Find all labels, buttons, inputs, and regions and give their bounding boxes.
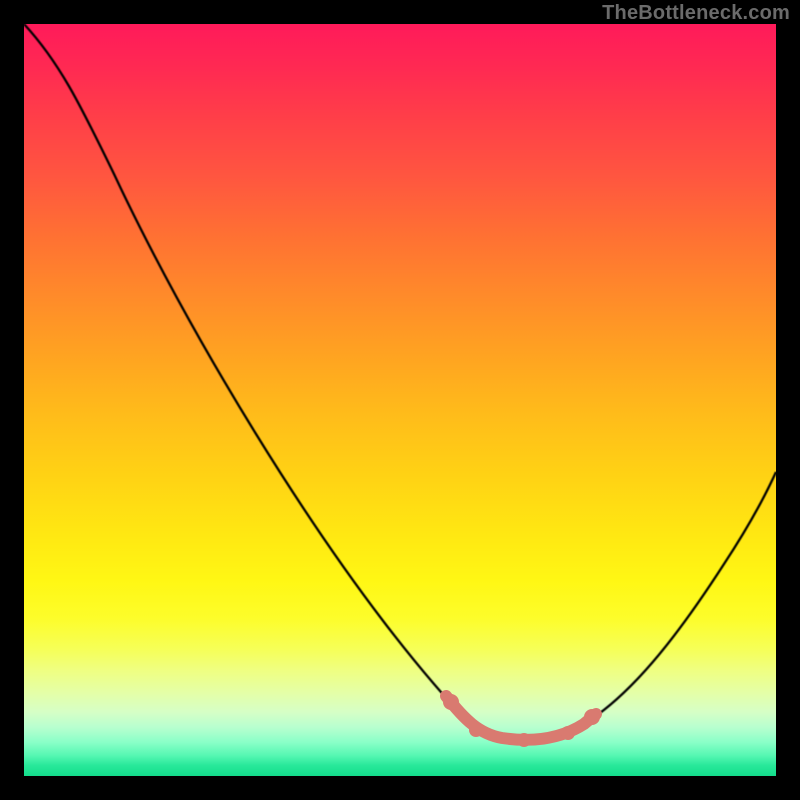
curve-svg <box>24 24 776 776</box>
plot-area <box>24 24 776 776</box>
main-curve <box>24 24 776 740</box>
highlight-dot-left <box>443 694 459 710</box>
highlight-dot-center <box>517 733 531 747</box>
highlight-dot-mid2 <box>561 726 575 740</box>
watermark-text: TheBottleneck.com <box>602 2 790 25</box>
chart-frame: TheBottleneck.com <box>0 0 800 800</box>
highlight-dot-mid1 <box>469 723 483 737</box>
highlight-group <box>443 694 600 747</box>
highlight-dot-right <box>584 709 600 725</box>
